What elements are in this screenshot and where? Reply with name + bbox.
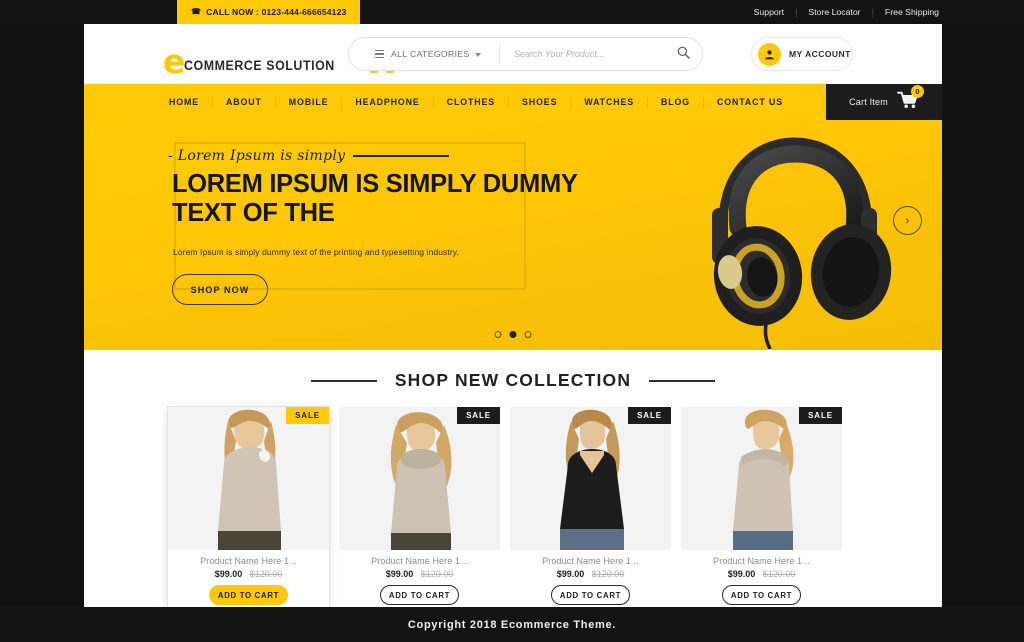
sale-badge: SALE [799, 407, 842, 424]
nav-item-home[interactable]: HOME [156, 97, 212, 107]
product-info: Product Name Here 1 .. $99.00 $120.00 AD… [168, 550, 329, 615]
hero-subtext: Lorem Ipsum is simply dummy text of the … [173, 247, 459, 257]
hero-carousel: - Lorem Ipsum is simply LOREM IPSUM IS S… [84, 120, 942, 350]
product-name: Product Name Here 1 .. [371, 556, 468, 566]
hero-product-image [646, 124, 936, 350]
product-card[interactable]: SALE Product Name Here 1 .. $99.00 $120.… [168, 407, 329, 615]
product-price: $99.00 $120.00 [168, 569, 329, 579]
product-price-current: $99.00 [214, 569, 243, 579]
carousel-dots [494, 331, 532, 338]
product-image [168, 407, 329, 552]
product-price: $99.00 $120.00 [339, 569, 500, 579]
search-bar: ALL CATEGORIES [348, 37, 703, 71]
top-links: Support | Store Locator | Free Shipping [743, 0, 950, 24]
product-name: Product Name Here 1 .. [200, 556, 297, 566]
product-price-old: $120.00 [762, 569, 796, 579]
copyright-text: Copyright 2018 Ecommerce Theme. [407, 618, 617, 631]
product-price-current: $99.00 [385, 569, 414, 579]
product-image [681, 407, 842, 552]
sale-badge: SALE [457, 407, 500, 424]
top-bar: ☎ CALL NOW : 0123-444-666654123 Support … [0, 0, 1024, 24]
search-input[interactable] [500, 49, 664, 59]
section-rule-right [649, 379, 716, 382]
sale-badge: SALE [628, 407, 671, 424]
hero-script-rule [353, 155, 450, 157]
product-card[interactable]: SALE Product Name Here 1 .. $99.00 $120.… [339, 407, 500, 615]
carousel-dot-2[interactable] [509, 331, 517, 338]
cart-count-badge: 0 [910, 84, 924, 98]
product-price-current: $99.00 [556, 569, 585, 579]
phone-icon: ☎ [191, 7, 202, 16]
hero-heading: LOREM IPSUM IS SIMPLY DUMMY TEXT OF THE [172, 170, 578, 227]
search-button[interactable] [664, 38, 702, 70]
section-rule-left [310, 379, 377, 382]
hero-script-label: - Lorem Ipsum is simply [168, 148, 346, 164]
main-nav: HOME ABOUT MOBILE HEADPHONE CLOTHES SHOE… [84, 84, 942, 120]
site-header: e COMMERCE SOLUTION ALL CATEGORIES Searc… [84, 24, 942, 84]
product-price-old: $120.00 [420, 569, 454, 579]
search-icon [677, 46, 690, 62]
product-price-current: $99.00 [727, 569, 756, 579]
nav-item-clothes[interactable]: CLOTHES [434, 97, 508, 107]
top-link-free-shipping[interactable]: Free Shipping [874, 7, 950, 17]
user-icon [758, 42, 781, 66]
chevron-down-icon [475, 53, 481, 57]
nav-item-blog[interactable]: BLOG [648, 97, 703, 107]
nav-items: HOME ABOUT MOBILE HEADPHONE CLOTHES SHOE… [156, 96, 796, 108]
add-to-cart-button[interactable]: ADD TO CART [380, 585, 459, 605]
call-now-banner: ☎ CALL NOW : 0123-444-666654123 [177, 0, 361, 24]
product-name: Product Name Here 1 .. [713, 556, 810, 566]
carousel-next-button[interactable]: › [893, 206, 922, 235]
carousel-dot-3[interactable] [524, 331, 532, 338]
top-link-support[interactable]: Support [743, 7, 795, 17]
product-info: Product Name Here 1 .. $99.00 $120.00 AD… [339, 550, 500, 615]
product-image [510, 407, 671, 552]
product-name: Product Name Here 1 .. [542, 556, 639, 566]
category-select[interactable]: ALL CATEGORIES [349, 38, 499, 70]
product-image [339, 407, 500, 552]
nav-item-contact-us[interactable]: CONTACT US [704, 97, 796, 107]
product-card[interactable]: SALE Product Name Here 1 .. $99.00 $120.… [681, 407, 842, 615]
product-info: Product Name Here 1 .. $99.00 $120.00 AD… [510, 550, 671, 615]
section-title: SHOP NEW COLLECTION [394, 370, 632, 390]
nav-item-about[interactable]: ABOUT [213, 97, 275, 107]
product-price: $99.00 $120.00 [510, 569, 671, 579]
cart-item-button[interactable]: Cart Item 0 [826, 84, 942, 120]
site-footer: Copyright 2018 Ecommerce Theme. [0, 607, 1024, 642]
page-container: ☎ CALL NOW : 0123-444-666654123 Support … [0, 0, 1024, 642]
logo-mark: e [163, 42, 185, 81]
carousel-dot-1[interactable] [494, 331, 502, 338]
section-header: SHOP NEW COLLECTION [84, 350, 942, 391]
shop-now-button[interactable]: SHOP NOW [172, 274, 268, 305]
product-info: Product Name Here 1 .. $99.00 $120.00 AD… [681, 550, 842, 615]
nav-item-headphone[interactable]: HEADPHONE [342, 97, 432, 107]
cart-item-label: Cart Item [849, 97, 888, 107]
product-price-old: $120.00 [591, 569, 625, 579]
my-account-label: MY ACCOUNT [789, 49, 851, 59]
nav-item-shoes[interactable]: SHOES [509, 97, 570, 107]
product-grid: SALE Product Name Here 1 .. $99.00 $120.… [84, 391, 942, 615]
product-card[interactable]: SALE Product Name Here 1 .. $99.00 $120.… [510, 407, 671, 615]
hero-script-text: - Lorem Ipsum is simply [168, 148, 450, 164]
shop-section: SHOP NEW COLLECTION SALE Product Name He… [84, 350, 942, 615]
nav-item-mobile[interactable]: MOBILE [276, 97, 342, 107]
add-to-cart-button[interactable]: ADD TO CART [209, 585, 288, 605]
cart-icon-wrapper: 0 [897, 84, 924, 114]
product-price: $99.00 $120.00 [681, 569, 842, 579]
call-now-text: CALL NOW : 0123-444-666654123 [206, 7, 347, 17]
top-link-store-locator[interactable]: Store Locator [797, 7, 871, 17]
hamburger-icon [375, 49, 384, 59]
add-to-cart-button[interactable]: ADD TO CART [722, 585, 801, 605]
category-select-label: ALL CATEGORIES [391, 49, 470, 59]
logo-text: COMMERCE SOLUTION [184, 58, 336, 73]
chevron-right-icon: › [905, 214, 910, 227]
add-to-cart-button[interactable]: ADD TO CART [551, 585, 630, 605]
nav-item-watches[interactable]: WATCHES [571, 97, 647, 107]
product-price-old: $120.00 [249, 569, 283, 579]
sale-badge: SALE [286, 407, 329, 424]
my-account-button[interactable]: MY ACCOUNT [751, 37, 853, 71]
